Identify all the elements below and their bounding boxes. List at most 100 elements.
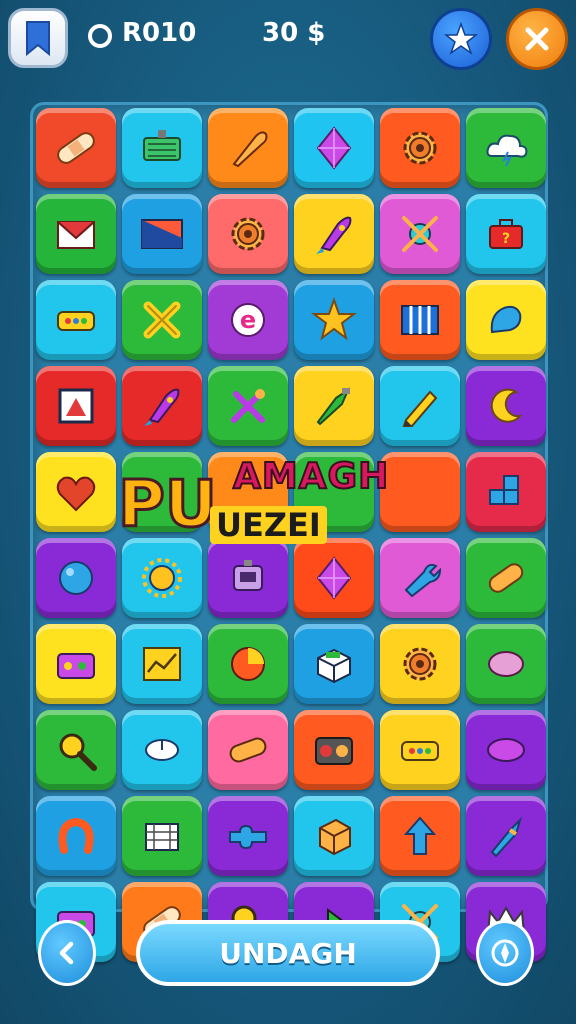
- coins-counter: R010: [122, 18, 197, 48]
- tile-bandage[interactable]: [36, 108, 116, 188]
- disc-icon: [487, 738, 525, 762]
- blob-icon: [59, 561, 93, 595]
- tile-frame[interactable]: [36, 366, 116, 446]
- pie-icon: [231, 647, 265, 681]
- star-icon: [311, 297, 357, 341]
- tile-puzzle[interactable]: [208, 796, 288, 876]
- rocket-icon: [144, 388, 180, 426]
- tile-bug[interactable]: [380, 194, 460, 274]
- tile-magnifier[interactable]: [36, 710, 116, 790]
- tile-disc[interactable]: [466, 710, 546, 790]
- tile-speaker[interactable]: [294, 710, 374, 790]
- gear-icon: [231, 217, 265, 251]
- speaker-icon: [315, 737, 353, 765]
- close-button[interactable]: [506, 8, 568, 70]
- tile-chat[interactable]: [466, 280, 546, 360]
- crate-icon: [145, 823, 179, 851]
- gear-icon: [403, 131, 437, 165]
- tile-gear[interactable]: [380, 624, 460, 704]
- tile-gem[interactable]: [294, 538, 374, 618]
- sun-icon: [142, 558, 182, 598]
- tile-blob[interactable]: [36, 538, 116, 618]
- arrow-icon: [403, 816, 437, 855]
- tile-pencil[interactable]: [380, 366, 460, 446]
- pencil-icon: [402, 390, 438, 427]
- tile-gear[interactable]: [380, 108, 460, 188]
- tile-sun[interactable]: [122, 538, 202, 618]
- tile-radio[interactable]: [36, 624, 116, 704]
- tile-pill[interactable]: [208, 710, 288, 790]
- tile-cube[interactable]: [294, 796, 374, 876]
- main-action-button[interactable]: UNDAGH: [136, 920, 440, 986]
- hint-button[interactable]: [476, 920, 534, 986]
- compass-icon: [491, 939, 519, 967]
- tile-drill[interactable]: [466, 796, 546, 876]
- pill-icon: [229, 737, 267, 763]
- bug-icon: [402, 216, 438, 252]
- logo-top-text: AMAGH: [232, 455, 390, 498]
- bottom-bar: UNDAGH: [30, 918, 548, 996]
- lemon-icon: [488, 651, 524, 677]
- tile-keyboard[interactable]: [122, 108, 202, 188]
- bandage-icon: [57, 132, 95, 164]
- tile-rocket[interactable]: [122, 366, 202, 446]
- tile-robot[interactable]: [208, 538, 288, 618]
- tile-blocks[interactable]: [466, 452, 546, 532]
- frame-icon: [58, 388, 94, 424]
- tile-box[interactable]: [294, 624, 374, 704]
- gem-icon: [316, 126, 352, 170]
- tile-gem[interactable]: [294, 108, 374, 188]
- tile-chart[interactable]: [122, 624, 202, 704]
- letter-icon: e: [231, 303, 265, 337]
- blocks-icon: [489, 475, 519, 505]
- tile-bread[interactable]: [466, 538, 546, 618]
- tile-letter[interactable]: e: [208, 280, 288, 360]
- tile-lemon[interactable]: [466, 624, 546, 704]
- cross-icon: [143, 301, 181, 339]
- bookmark-button[interactable]: [8, 8, 68, 68]
- keyboard-icon: [143, 130, 181, 161]
- tile-gamepad[interactable]: [380, 710, 460, 790]
- chart-icon: [143, 647, 181, 681]
- magnifier-icon: [59, 733, 97, 771]
- gem-icon: [316, 556, 352, 600]
- robot-icon: [233, 560, 263, 591]
- tile-mouse[interactable]: [122, 710, 202, 790]
- favorites-button[interactable]: [430, 8, 492, 70]
- cube-icon: [319, 818, 351, 856]
- tile-tools[interactable]: [208, 366, 288, 446]
- tile-rocket[interactable]: [294, 194, 374, 274]
- tile-brush[interactable]: [208, 108, 288, 188]
- tile-shuttle[interactable]: [294, 366, 374, 446]
- tile-gamepad[interactable]: [36, 280, 116, 360]
- tile-pie[interactable]: [208, 624, 288, 704]
- tile-cross[interactable]: [122, 280, 202, 360]
- chevron-left-icon: [59, 941, 74, 965]
- box-icon: [317, 648, 351, 684]
- tile-crate[interactable]: [122, 796, 202, 876]
- gear-icon: [403, 647, 437, 681]
- back-button[interactable]: [38, 920, 96, 986]
- tile-arrow[interactable]: [380, 796, 460, 876]
- brush-icon: [232, 131, 268, 168]
- tile-horseshoe[interactable]: [36, 796, 116, 876]
- horseshoe-icon: [58, 817, 94, 854]
- tile-cloud[interactable]: [466, 108, 546, 188]
- tile-star[interactable]: [294, 280, 374, 360]
- tile-heart[interactable]: [36, 452, 116, 532]
- tile-wrench[interactable]: [380, 538, 460, 618]
- gamepad-icon: [401, 741, 439, 761]
- envelope-icon: [57, 221, 95, 249]
- tile-bars[interactable]: [380, 280, 460, 360]
- bookmark-icon: [26, 21, 50, 56]
- tools-icon: [231, 389, 265, 423]
- close-icon: [525, 27, 549, 51]
- gamepad-icon: [57, 311, 95, 331]
- tile-envelope[interactable]: [36, 194, 116, 274]
- cloud-icon: [486, 134, 528, 167]
- tile-picture[interactable]: [122, 194, 202, 274]
- tile-moon[interactable]: [466, 366, 546, 446]
- star-icon: [444, 22, 478, 55]
- tile-gear[interactable]: [208, 194, 288, 274]
- tile-toolbox[interactable]: ?: [466, 194, 546, 274]
